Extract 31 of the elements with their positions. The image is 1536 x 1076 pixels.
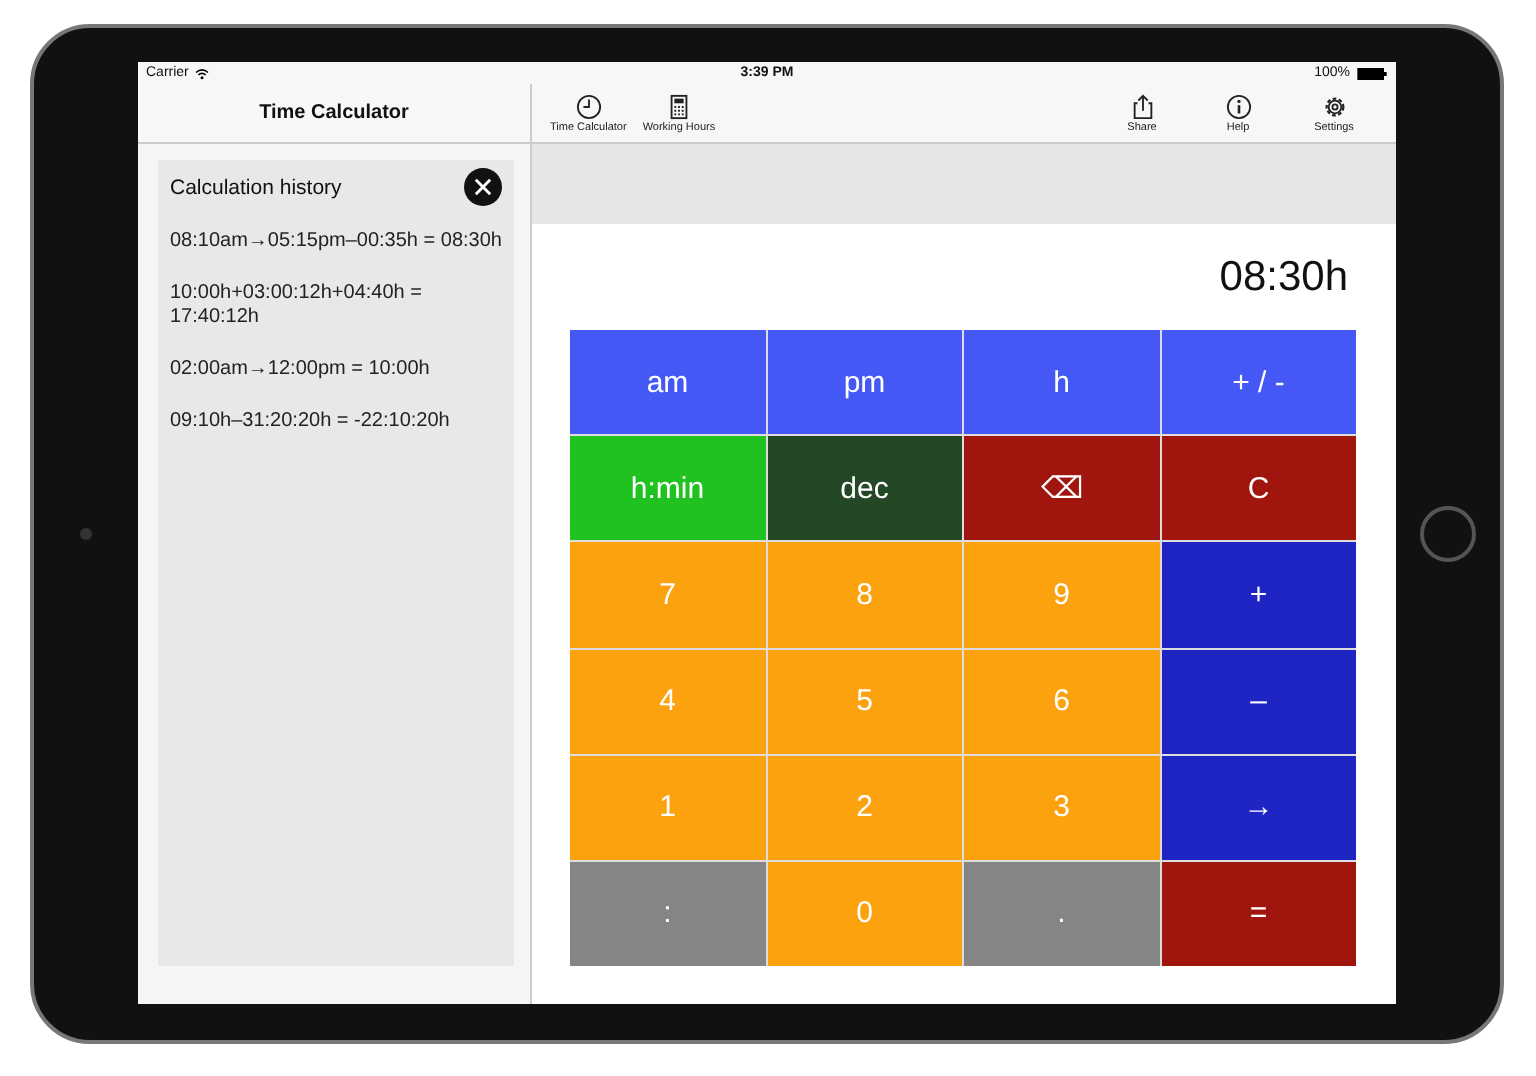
keypad-key[interactable]: am <box>570 330 765 435</box>
history-entry[interactable]: 08:10am→05:15pm–00:35h = 08:30h <box>170 230 502 254</box>
keypad-key[interactable]: = <box>1161 861 1356 966</box>
clock-icon <box>575 93 602 119</box>
keypad-key[interactable]: + / - <box>1161 330 1356 435</box>
keypad-key[interactable]: C <box>1161 436 1356 541</box>
share-icon <box>1129 93 1155 119</box>
keypad-key[interactable]: – <box>1161 649 1356 754</box>
history-entry[interactable]: 02:00am→12:00pm = 10:00h <box>170 358 502 382</box>
history-entry[interactable]: 09:10h–31:20:20h = -22:10:20h <box>170 410 502 434</box>
keypad-key[interactable]: → <box>1161 755 1356 860</box>
result-display: 08:30h <box>1217 252 1350 304</box>
history-title: Calculation history <box>170 175 342 199</box>
keypad-key[interactable]: h <box>964 330 1159 435</box>
app-title: Time Calculator <box>259 102 409 124</box>
settings-icon <box>1321 93 1347 119</box>
keypad-key[interactable]: dec <box>767 436 962 541</box>
wifi-icon <box>194 67 211 79</box>
keypad-key[interactable]: : <box>570 861 765 966</box>
keypad-key[interactable]: pm <box>767 330 962 435</box>
keypad-key[interactable]: + <box>1161 542 1356 647</box>
home-button[interactable] <box>1420 506 1476 562</box>
keypad-key[interactable]: ⌫ <box>964 436 1159 541</box>
battery-icon <box>1356 67 1388 79</box>
close-button[interactable] <box>464 168 502 206</box>
history-entry[interactable]: 10:00h+03:00:12h+04:40h = 17:40:12h <box>170 282 502 330</box>
calculator-icon <box>665 93 692 119</box>
close-icon <box>474 178 492 196</box>
camera-icon <box>80 528 92 540</box>
keypad-key[interactable]: . <box>964 861 1159 966</box>
info-icon <box>1225 93 1251 119</box>
